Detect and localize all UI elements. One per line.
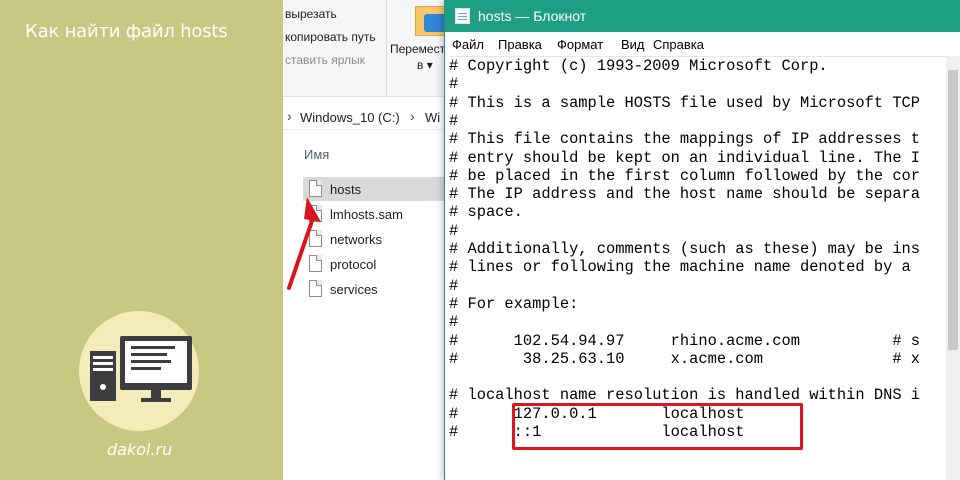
menu-help[interactable]: Справка — [653, 37, 704, 52]
article-panel: Как найти файл hosts dakol.ru — [0, 0, 283, 480]
column-header-name[interactable]: Имя — [304, 147, 329, 162]
site-name: dakol.ru — [107, 440, 173, 459]
chevron-right-icon: › — [287, 108, 292, 124]
file-icon — [309, 255, 322, 272]
explorer-ribbon: вырезать копировать путь ставить ярлык П… — [283, 0, 463, 97]
file-row-hosts[interactable]: hosts — [303, 177, 463, 201]
text-line: # — [449, 276, 459, 295]
file-name: networks — [330, 232, 383, 247]
file-row-networks[interactable]: networks — [303, 227, 463, 251]
localhost-highlight-box — [512, 403, 803, 450]
text-line: # This file contains the mappings of IP … — [449, 130, 921, 149]
file-row-lmhosts[interactable]: lmhosts.sam — [303, 202, 463, 226]
text-line: # Copyright (c) 1993-2009 Microsoft Corp… — [449, 57, 828, 75]
text-line: # Additionally, comments (such as these)… — [449, 240, 921, 258]
window-title: hosts — Блокнот — [478, 8, 587, 24]
text-line: # The IP address and the host name shoul… — [449, 185, 921, 204]
ribbon-divider — [386, 0, 387, 97]
file-row-services[interactable]: services — [303, 277, 463, 301]
menu-edit[interactable]: Правка — [498, 37, 542, 52]
text-line: # This is a sample HOSTS file used by Mi… — [449, 93, 921, 112]
article-title: Как найти файл hosts — [25, 21, 228, 42]
notepad-titlebar[interactable]: hosts — Блокнот — [445, 0, 960, 32]
text-line: # — [449, 75, 459, 94]
menu-view[interactable]: Вид — [621, 37, 645, 52]
move-to-dropdown[interactable]: в ▾ — [417, 58, 433, 72]
file-icon — [309, 205, 322, 222]
file-name: hosts — [330, 182, 362, 197]
file-icon — [309, 180, 322, 197]
text-line: # be placed in the first column followed… — [449, 166, 921, 185]
breadcrumb-drive[interactable]: Windows_10 (C:) — [300, 110, 400, 125]
text-line: # — [449, 313, 459, 332]
text-line: # 38.25.63.10 x.acme.com # x — [449, 349, 921, 368]
menu-file[interactable]: Файл — [452, 37, 484, 52]
copy-path-button[interactable]: копировать путь — [285, 30, 376, 44]
file-icon — [309, 280, 322, 297]
text-line: # — [449, 111, 459, 130]
paste-shortcut-button[interactable]: ставить ярлык — [285, 53, 365, 67]
cut-button[interactable]: вырезать — [285, 7, 337, 21]
computer-icon — [79, 311, 199, 431]
file-icon — [309, 230, 322, 247]
vertical-scrollbar[interactable] — [946, 56, 960, 480]
breadcrumb-windows[interactable]: Wi — [425, 110, 440, 125]
menu-format[interactable]: Формат — [557, 37, 603, 52]
text-line: # 102.54.94.97 rhino.acme.com # s — [449, 331, 921, 350]
file-row-protocol[interactable]: protocol — [303, 252, 463, 276]
menu-bar: Файл Правка Формат Вид Справка — [445, 32, 960, 54]
text-line: # lines or following the machine name de… — [449, 258, 911, 277]
text-line: # space. — [449, 203, 523, 222]
move-to-button[interactable]: Перемести — [390, 42, 452, 56]
text-line: # entry should be kept on an individual … — [449, 148, 921, 167]
file-name: protocol — [330, 257, 377, 272]
file-name: services — [330, 282, 378, 297]
chevron-right-icon: › — [410, 108, 415, 124]
text-line: # For example: — [449, 294, 579, 313]
file-explorer-window: вырезать копировать путь ставить ярлык П… — [283, 0, 463, 480]
text-line: # — [449, 221, 459, 240]
file-name: lmhosts.sam — [330, 207, 403, 222]
notepad-icon — [455, 8, 470, 24]
scrollbar-thumb[interactable] — [948, 70, 958, 350]
breadcrumb: › Windows_10 (C:) › Wi — [283, 104, 463, 130]
